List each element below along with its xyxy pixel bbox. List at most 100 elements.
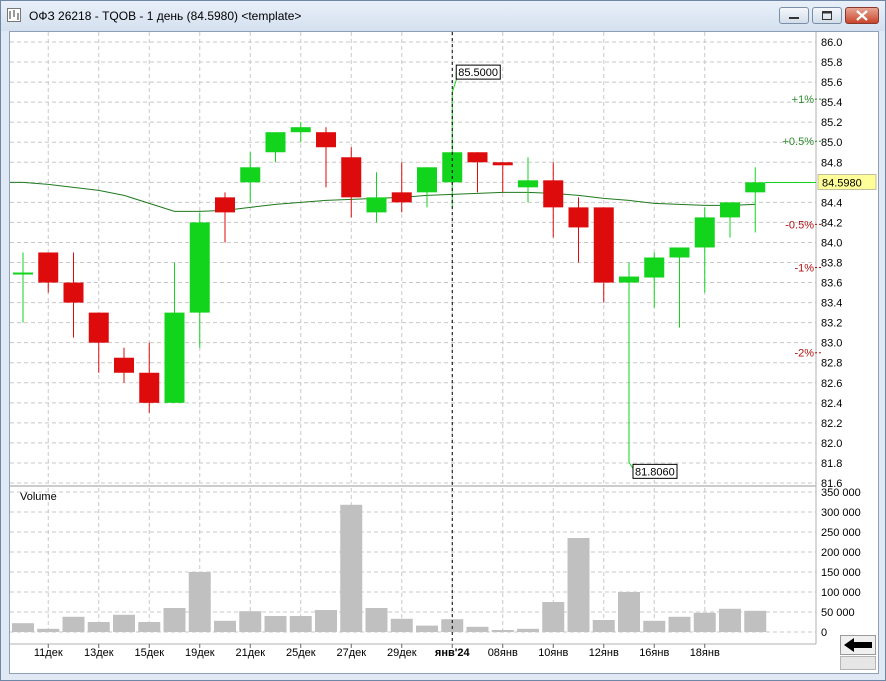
candle-body <box>290 127 311 133</box>
candle-body <box>568 207 589 228</box>
candle-body <box>518 180 538 188</box>
close-button[interactable] <box>845 7 879 24</box>
volume-bar <box>618 592 640 632</box>
candle-body <box>745 182 766 193</box>
candlestick-chart[interactable]: 86.085.885.685.485.285.084.884.684.484.2… <box>9 32 878 673</box>
volume-bar <box>214 620 236 632</box>
volume-bar <box>567 538 590 632</box>
volume-bar <box>592 620 615 632</box>
price-tick-label: 83.8 <box>821 258 842 270</box>
volume-bar <box>138 622 161 632</box>
price-tick-label: 82.8 <box>821 358 842 370</box>
title-bar[interactable]: ОФЗ 26218 - TQOB - 1 день (84.5980) <tem… <box>1 1 885 31</box>
volume-tick-label: 100 000 <box>821 587 861 599</box>
percent-level-label: -1% <box>794 263 814 275</box>
current-price-label: 84.5980 <box>822 178 862 190</box>
volume-bar <box>113 614 135 632</box>
date-tick-label: 29дек <box>387 647 417 659</box>
chart-window: ОФЗ 26218 - TQOB - 1 день (84.5980) <tem… <box>0 0 886 681</box>
price-tick-label: 82.6 <box>821 378 842 390</box>
candle-body <box>341 157 362 198</box>
percent-level-label: +1% <box>792 94 815 106</box>
candle-body <box>164 312 185 403</box>
candle-body <box>63 282 84 303</box>
price-tick-label: 85.4 <box>821 97 842 109</box>
volume-tick-label: 150 000 <box>821 567 861 579</box>
volume-bar <box>188 572 211 632</box>
maximize-icon <box>822 11 832 20</box>
price-tick-label: 83.6 <box>821 278 842 290</box>
price-tick-label: 83.4 <box>821 298 842 310</box>
volume-bar <box>239 611 262 632</box>
date-tick-label: 12янв <box>589 647 619 659</box>
panel-resize-handle[interactable] <box>840 656 876 670</box>
date-tick-label: 27дек <box>336 647 366 659</box>
price-tick-label: 85.0 <box>821 137 842 149</box>
date-tick-label: 13дек <box>84 647 114 659</box>
low-marker-label: 81.8060 <box>635 466 675 478</box>
volume-bar <box>340 504 363 632</box>
candle-body <box>619 276 639 283</box>
candle-body <box>265 132 286 153</box>
price-tick-label: 81.8 <box>821 458 842 470</box>
volume-bar <box>719 608 741 632</box>
candle-body <box>593 207 614 283</box>
price-tick-label: 84.2 <box>821 217 842 229</box>
candle-body <box>13 272 33 275</box>
percent-level-label: -0.5% <box>785 219 814 231</box>
candle-body <box>240 167 261 183</box>
candle-body <box>88 312 109 343</box>
minimize-button[interactable] <box>779 7 809 24</box>
date-tick-label: 11дек <box>34 647 63 659</box>
price-tick-label: 84.8 <box>821 157 842 169</box>
candle-body <box>417 167 437 193</box>
volume-bar <box>668 616 691 632</box>
volume-bar <box>416 625 438 632</box>
candle-body <box>720 202 740 218</box>
volume-tick-label: 50 000 <box>821 607 855 619</box>
volume-bar <box>693 612 716 632</box>
price-tick-label: 85.8 <box>821 57 842 69</box>
percent-level-label: +0.5% <box>783 136 815 148</box>
date-tick-label: янв'24 <box>435 647 471 659</box>
scroll-to-end-button[interactable] <box>840 635 876 655</box>
candle-body <box>669 247 690 258</box>
volume-bar <box>365 608 388 632</box>
date-tick-label: 19дек <box>185 647 215 659</box>
candle-body <box>467 152 488 163</box>
close-icon <box>856 10 868 21</box>
volume-bar <box>289 616 312 632</box>
arrow-left-icon <box>844 638 872 652</box>
candle-body <box>38 252 59 283</box>
date-tick-label: 25дек <box>286 647 316 659</box>
volume-tick-label: 0 <box>821 627 827 639</box>
chart-area[interactable]: 86.085.885.685.485.285.084.884.684.484.2… <box>9 31 879 674</box>
candle-body <box>694 217 715 248</box>
volume-bar <box>62 616 85 632</box>
price-tick-label: 83.0 <box>821 338 842 350</box>
date-tick-label: 08янв <box>488 647 518 659</box>
date-tick-label: 16янв <box>639 647 669 659</box>
volume-bar <box>466 626 489 632</box>
volume-bar <box>517 628 539 632</box>
candle-body <box>366 197 387 213</box>
candle-body <box>316 132 336 148</box>
volume-bar <box>12 623 34 632</box>
date-tick-label: 18янв <box>690 647 720 659</box>
volume-panel-label: Volume <box>20 491 57 503</box>
volume-bar <box>744 610 767 632</box>
percent-level-label: -2% <box>794 348 814 360</box>
window-title: ОФЗ 26218 - TQOB - 1 день (84.5980) <tem… <box>29 9 302 23</box>
volume-bar <box>315 610 337 632</box>
price-tick-label: 84.4 <box>821 197 842 209</box>
price-tick-label: 83.2 <box>821 318 842 330</box>
volume-bar <box>542 602 565 632</box>
volume-tick-label: 200 000 <box>821 547 861 559</box>
candle-body <box>492 162 513 166</box>
volume-bar <box>264 616 287 632</box>
maximize-button[interactable] <box>812 7 842 24</box>
date-tick-label: 21дек <box>235 647 265 659</box>
volume-bar <box>390 618 413 632</box>
candle-body <box>644 257 665 278</box>
chart-window-icon[interactable] <box>7 8 21 22</box>
